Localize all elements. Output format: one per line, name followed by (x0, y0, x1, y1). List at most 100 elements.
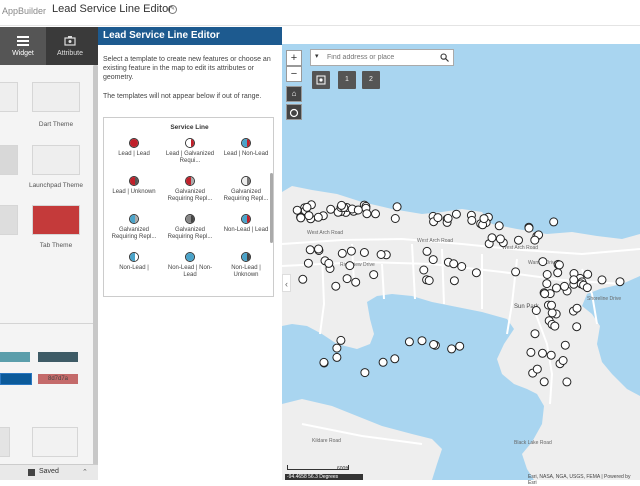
template-scrollbar[interactable] (270, 173, 273, 243)
service-line-point[interactable] (560, 281, 569, 291)
service-line-point[interactable] (422, 246, 432, 256)
service-line-point[interactable] (511, 267, 521, 277)
service-line-point[interactable] (337, 248, 347, 258)
service-line-point[interactable] (451, 209, 461, 219)
service-line-point[interactable] (298, 274, 308, 284)
service-line-point[interactable] (547, 308, 557, 318)
template-item[interactable]: Non-Lead | Lead (218, 214, 274, 234)
service-line-point[interactable] (572, 303, 582, 313)
service-line-point[interactable] (467, 215, 477, 225)
map-view[interactable]: West Arch Road West Arch Road West Arch … (282, 44, 640, 480)
service-line-point[interactable] (378, 357, 388, 367)
service-line-point[interactable] (582, 283, 592, 293)
color-swatch[interactable] (38, 352, 78, 362)
service-line-point[interactable] (562, 377, 572, 387)
select-tool-button[interactable] (312, 71, 330, 89)
tab-widget[interactable]: Widget (0, 27, 46, 65)
service-line-point[interactable] (313, 212, 323, 222)
edit-title-icon[interactable]: ✎ (168, 5, 177, 14)
service-line-point[interactable] (362, 209, 372, 219)
service-line-point[interactable] (615, 277, 625, 287)
service-line-point[interactable] (390, 354, 400, 364)
service-line-point[interactable] (526, 347, 536, 357)
service-line-point[interactable] (449, 276, 459, 286)
service-line-point[interactable] (331, 281, 341, 291)
home-button[interactable]: ⌂ (286, 86, 302, 102)
service-line-point[interactable] (583, 269, 593, 279)
service-line-point[interactable] (304, 211, 314, 221)
search-icon[interactable] (440, 53, 449, 62)
service-line-point[interactable] (530, 329, 540, 339)
zoom-out-button[interactable]: − (286, 66, 302, 82)
template-item[interactable]: Galvanized Requiring Repl... (162, 176, 218, 203)
theme-thumb[interactable] (0, 145, 18, 175)
template-item[interactable]: Lead | Unknown (106, 176, 162, 196)
project-title[interactable]: Lead Service Line Editor (52, 3, 172, 15)
service-line-point[interactable] (471, 268, 481, 278)
service-line-point[interactable] (549, 217, 559, 227)
theme-thumb[interactable] (0, 82, 18, 112)
tab-attribute[interactable]: Attribute (46, 27, 94, 65)
service-line-point[interactable] (428, 255, 438, 265)
theme-thumb-launchpad[interactable] (32, 145, 80, 175)
service-line-point[interactable] (447, 344, 457, 354)
template-item[interactable]: Galvanized Requiring Repl... (218, 176, 274, 203)
service-line-point[interactable] (540, 289, 550, 299)
template-item[interactable]: Lead | Non-Lead (218, 138, 274, 158)
service-line-point[interactable] (371, 209, 380, 219)
service-line-point[interactable] (531, 306, 541, 315)
service-line-point[interactable] (346, 246, 356, 256)
service-line-point[interactable] (552, 283, 561, 293)
service-line-point[interactable] (495, 234, 505, 244)
service-line-point[interactable] (539, 377, 549, 387)
theme-thumb-dart[interactable] (32, 82, 80, 112)
template-item[interactable]: Galvanized Requiring Repl... (106, 214, 162, 241)
service-line-point[interactable] (417, 336, 427, 346)
service-line-point[interactable] (359, 248, 369, 257)
service-line-point[interactable] (345, 261, 355, 271)
service-line-point[interactable] (554, 260, 564, 270)
service-line-point[interactable] (292, 205, 302, 215)
service-line-point[interactable] (514, 235, 523, 245)
service-line-point[interactable] (404, 337, 414, 347)
service-line-point[interactable] (542, 279, 552, 289)
service-line-point[interactable] (319, 357, 329, 367)
service-line-point[interactable] (449, 259, 459, 269)
service-line-point[interactable] (560, 340, 570, 350)
template-item[interactable]: Non-Lead | Unknown (218, 252, 274, 279)
service-line-point[interactable] (542, 270, 552, 279)
service-line-point[interactable] (303, 258, 313, 268)
service-line-point[interactable] (433, 213, 443, 223)
service-line-point[interactable] (376, 250, 386, 259)
service-line-point[interactable] (538, 348, 547, 358)
zoom-in-button[interactable]: + (286, 50, 302, 66)
service-line-point[interactable] (546, 350, 556, 360)
service-line-point[interactable] (572, 322, 582, 332)
service-line-point[interactable] (558, 356, 568, 365)
chevron-up-icon[interactable]: ⌃ (82, 468, 88, 476)
template-item[interactable]: Lead | Lead (106, 138, 162, 158)
service-line-point[interactable] (296, 213, 306, 223)
search-input[interactable] (327, 51, 435, 64)
color-swatch[interactable] (0, 373, 32, 385)
basemap[interactable]: West Arch Road West Arch Road West Arch … (282, 44, 640, 480)
service-line-point[interactable] (455, 341, 465, 351)
service-line-point[interactable] (550, 321, 560, 331)
search-box[interactable]: ▾ (310, 49, 454, 66)
locate-button[interactable] (286, 104, 302, 120)
service-line-point[interactable] (597, 275, 607, 285)
template-item[interactable]: Non-Lead | (106, 252, 162, 272)
service-line-point[interactable] (390, 214, 400, 223)
service-line-point[interactable] (429, 340, 439, 349)
template-item[interactable]: Lead | Galvanized Requi... (162, 138, 218, 165)
service-line-point[interactable] (332, 352, 342, 362)
service-line-point[interactable] (553, 268, 563, 278)
service-line-point[interactable] (337, 200, 346, 210)
service-line-point[interactable] (547, 300, 556, 310)
service-line-point[interactable] (336, 335, 346, 345)
template-item[interactable]: Galvanized Requiring Repl... (162, 214, 218, 241)
layout-thumb[interactable] (0, 427, 10, 457)
service-line-point[interactable] (569, 275, 579, 285)
service-line-point[interactable] (494, 221, 504, 231)
template-item[interactable]: Non-Lead | Non-Lead (162, 252, 218, 279)
